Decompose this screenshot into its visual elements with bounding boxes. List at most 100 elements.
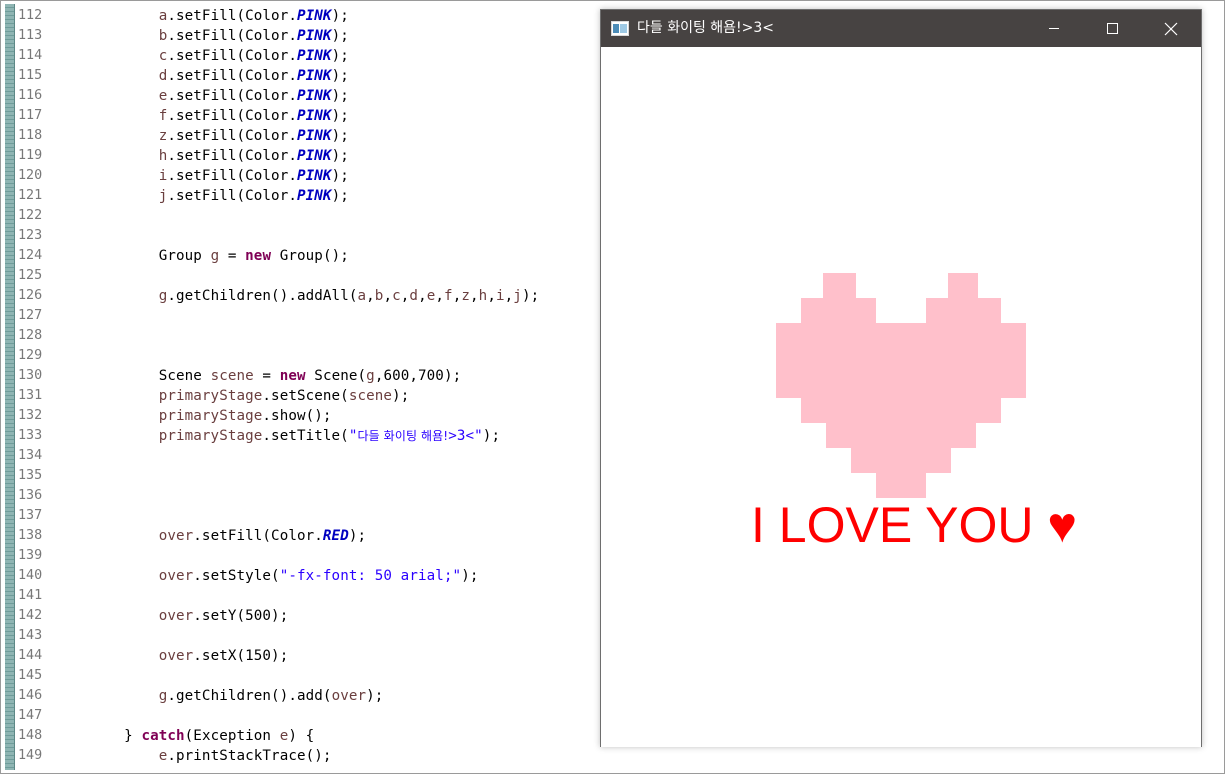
code-token: ); [331,168,349,184]
code-token: over [158,528,194,544]
code-token: .getChildren().addAll( [167,288,358,304]
code-token: ); [331,68,349,84]
app-window-icon [611,21,629,36]
line-number: 148 [18,728,43,743]
code-token: .setFill(Color. [167,188,297,204]
code-token: RED [322,528,349,544]
code-text: i.setFill(Color.PINK); [55,166,349,186]
code-text: Group g = new Group(); [55,246,349,266]
code-token: , [504,288,514,304]
code-token: primaryStage [158,388,263,404]
code-token: .setTitle( [262,428,349,444]
code-token: i [495,288,505,304]
close-button[interactable] [1142,10,1200,47]
code-token: Scene( [305,368,367,384]
line-number: 130 [18,368,43,383]
line-number: 126 [18,288,43,303]
code-token: primaryStage [158,408,263,424]
code-token: .setFill(Color. [167,108,297,124]
line-number: 132 [18,408,43,423]
code-token: new [279,368,306,384]
code-text: over.setY(500); [55,606,289,626]
line-number: 120 [18,168,43,183]
code-text: primaryStage.setTitle("다들 화이팅 해욤!>3<"); [55,426,500,446]
code-token: PINK [296,88,332,104]
maximize-button[interactable] [1083,10,1141,47]
code-token: PINK [296,8,332,24]
maximize-icon [1107,23,1118,34]
code-line[interactable]: 149 e.printStackTrace(); [1,746,1224,766]
code-token: .setFill(Color. [167,168,297,184]
code-token: .printStackTrace(); [167,748,332,764]
code-token: g [210,248,220,264]
heart-pixel-block [801,298,876,323]
code-text: } catch(Exception e) { [55,726,314,746]
line-number: 131 [18,388,43,403]
scene-canvas: I LOVE YOU ♥ [601,47,1201,747]
love-text: I LOVE YOU ♥ [751,497,1078,553]
window-title: 다들 화이팅 해욤!>3< [637,20,775,36]
code-text: g.getChildren().add(over); [55,686,384,706]
code-text: primaryStage.show(); [55,406,332,426]
code-token: ); [331,48,349,64]
code-text: over.setFill(Color.RED); [55,526,366,546]
code-token: "-fx-font: 50 arial;" [279,568,462,584]
line-number: 145 [18,668,43,683]
heart-pixel-block [776,323,1026,398]
code-token: PINK [296,168,332,184]
code-token: .setFill(Color. [167,48,297,64]
code-text: f.setFill(Color.PINK); [55,106,349,126]
code-token: PINK [296,68,332,84]
minimize-button[interactable] [1025,10,1083,47]
code-token: .show(); [262,408,332,424]
code-text: over.setX(150); [55,646,289,666]
code-token: ); [331,88,349,104]
code-token: ); [331,148,349,164]
code-token: .setFill(Color. [167,128,297,144]
code-text: over.setStyle("-fx-font: 50 arial;"); [55,566,479,586]
line-number: 121 [18,188,43,203]
window-titlebar[interactable]: 다들 화이팅 해욤!>3< [601,10,1201,47]
heart-pixel-block [826,423,976,448]
close-icon [1164,22,1178,36]
code-token: z [461,288,471,304]
javafx-window[interactable]: 다들 화이팅 해욤!>3< I LOVE YOU ♥ [600,9,1202,747]
code-token: Group [158,248,211,264]
line-number: 147 [18,708,43,723]
code-token: new [245,248,272,264]
code-token: , [383,288,393,304]
code-token: ); [392,388,410,404]
line-number: 118 [18,128,43,143]
line-number: 139 [18,548,43,563]
code-token: PINK [296,128,332,144]
code-text: e.printStackTrace(); [55,746,332,766]
code-token: Group(); [271,248,349,264]
line-number: 134 [18,448,43,463]
code-token: ); [366,688,384,704]
pixel-heart [776,273,1026,498]
code-token: over [158,608,194,624]
code-token: ); [482,428,501,444]
code-token: ,600,700); [374,368,462,384]
code-token: catch [141,728,185,744]
code-token: .setFill(Color. [167,68,297,84]
line-number: 115 [18,68,43,83]
code-token: d [409,288,419,304]
line-number: 113 [18,28,43,43]
